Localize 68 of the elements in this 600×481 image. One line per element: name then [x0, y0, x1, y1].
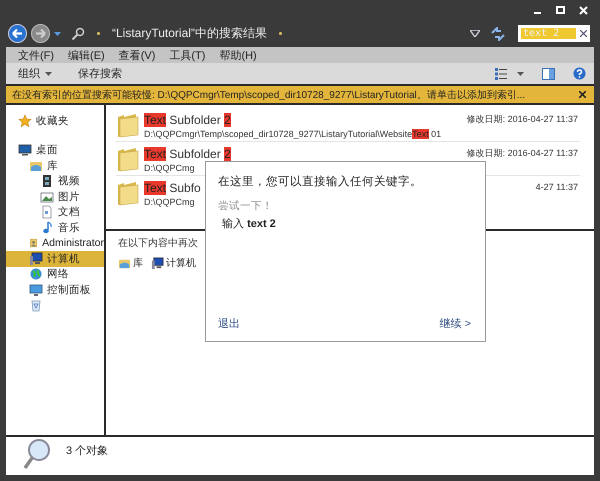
monitor-icon [18, 143, 32, 158]
view-icon[interactable] [495, 68, 507, 80]
result-title[interactable]: Text Subfolder 2 [144, 146, 231, 162]
forward-button[interactable] [31, 24, 50, 43]
search-icon [71, 26, 85, 40]
menu-item[interactable]: 文件(F) [18, 48, 54, 62]
folder-icon [116, 112, 140, 138]
popup-hint: 尝试一下！ [218, 199, 274, 213]
sidebar-item[interactable]: 音乐 [6, 220, 104, 236]
popup-dialog-heading: 在这里，您可以直接输入任何关键字。 [218, 174, 423, 189]
folder-icon [116, 146, 140, 172]
sidebar-item[interactable]: 文档 [6, 204, 104, 220]
window-title: “ListaryTutorial”中的搜索结果 [112, 25, 267, 42]
sidebar-item[interactable]: 计算机 [6, 251, 104, 266]
popup-example: 输入 text 2 [222, 217, 277, 231]
toolbar-button[interactable]: 保存搜索 [76, 64, 124, 83]
info-bar[interactable]: 在没有索引的位置搜索可能较慢: D:\QQPCmgr\Temp\scoped_dir10728_9277\ListaryTutorial。请单击以添加到索引... [6, 86, 594, 105]
caret-icon[interactable] [470, 30, 480, 37]
dot-icon [97, 32, 100, 35]
menu-item[interactable]: 工具(T) [169, 48, 206, 62]
maximize-icon[interactable] [556, 6, 565, 14]
continue-link[interactable]: 继续 > [440, 316, 471, 331]
menu-item[interactable]: 帮助(H) [219, 48, 257, 62]
item-count: 3 个对象 [66, 444, 108, 458]
computer-icon [29, 252, 43, 266]
document-icon [40, 205, 54, 220]
recycle-bin-icon [29, 298, 43, 312]
computer-icon [151, 256, 164, 270]
globe-icon [29, 267, 43, 282]
dot-icon [278, 32, 282, 35]
monitor-icon [29, 282, 43, 297]
result-title[interactable]: Text Subfolder 2 [144, 112, 231, 128]
back-button[interactable] [8, 24, 27, 43]
preview-pane-icon[interactable] [542, 68, 555, 80]
sidebar-item[interactable]: 库 [6, 158, 104, 174]
refresh-icon[interactable] [490, 26, 506, 40]
film-icon [40, 174, 54, 188]
sidebar-item[interactable]: 控制面板 [6, 282, 104, 298]
sidebar-item[interactable]: Administrator [6, 236, 104, 251]
help-icon[interactable] [573, 67, 586, 80]
close-icon[interactable] [579, 91, 586, 98]
folder-icon [116, 180, 140, 206]
caret-icon[interactable] [517, 72, 524, 76]
result-title[interactable]: Text Subfo [144, 180, 201, 196]
result-path: D:\QQPCmg [144, 196, 195, 209]
sidebar-item[interactable]: 收藏夹 [6, 113, 104, 128]
menu-item[interactable]: 编辑(E) [68, 48, 105, 62]
modified-date: 修改日期: 2016-04-27 11:37 [466, 148, 578, 159]
menu-item[interactable]: 查看(V) [118, 48, 156, 62]
sidebar-item[interactable]: 桌面 [6, 142, 104, 158]
music-note-icon [40, 220, 54, 235]
clear-icon[interactable] [580, 30, 587, 37]
search-location[interactable]: 计算机 [151, 256, 196, 270]
star-icon [18, 114, 32, 128]
result-path: D:\QQPCmgr\Temp\scoped_dir10728_9277\ListaryTutorial\WebsiteText 01 [144, 128, 442, 141]
search-location[interactable]: 库 [118, 256, 143, 270]
image-icon [40, 190, 54, 204]
result-path: D:\QQPCmg [144, 162, 195, 175]
search-again-label: 在以下内容中再次 [118, 236, 198, 250]
quit-link[interactable]: 退出 [218, 316, 240, 331]
toolbar-button[interactable]: 组织 [16, 64, 54, 83]
magnifier-icon [22, 437, 52, 471]
modified-date: 修改日期: 2016-04-27 11:37 [466, 114, 578, 125]
caret-icon[interactable] [54, 32, 61, 36]
sidebar-item[interactable]: 网络 [6, 266, 104, 282]
sidebar-item[interactable]: 视频 [6, 174, 104, 189]
sidebar-item[interactable]: 图片 [6, 189, 104, 204]
modified-date: 4-27 11:37 [536, 182, 578, 193]
